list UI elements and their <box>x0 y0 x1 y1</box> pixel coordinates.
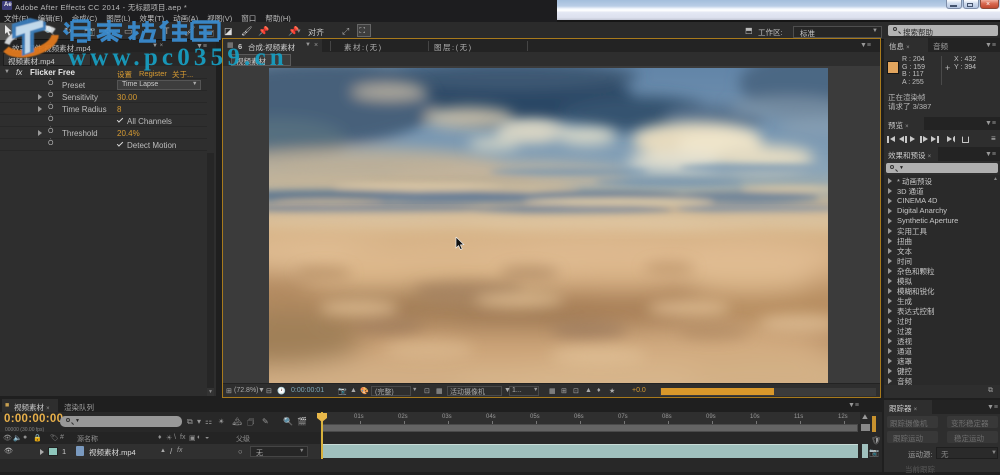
svg-text:www.pc0359.cn: www.pc0359.cn <box>68 44 288 71</box>
